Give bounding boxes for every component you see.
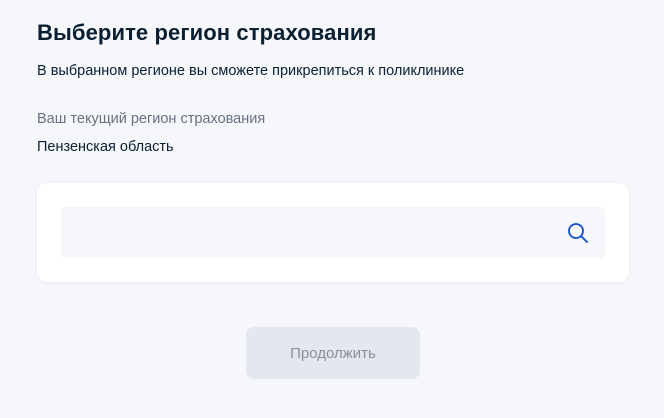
search-icon[interactable]	[566, 221, 590, 245]
region-search-card	[37, 183, 629, 282]
page-subtitle: В выбранном регионе вы сможете прикрепит…	[37, 63, 465, 79]
search-field[interactable]	[61, 207, 605, 258]
current-region-label: Ваш текущий регион страхования	[37, 111, 266, 127]
region-search-input[interactable]	[61, 207, 551, 258]
page-title: Выберите регион страхования	[37, 20, 377, 45]
continue-button[interactable]: Продолжить	[246, 327, 420, 379]
current-region-value: Пензенская область	[37, 139, 174, 155]
